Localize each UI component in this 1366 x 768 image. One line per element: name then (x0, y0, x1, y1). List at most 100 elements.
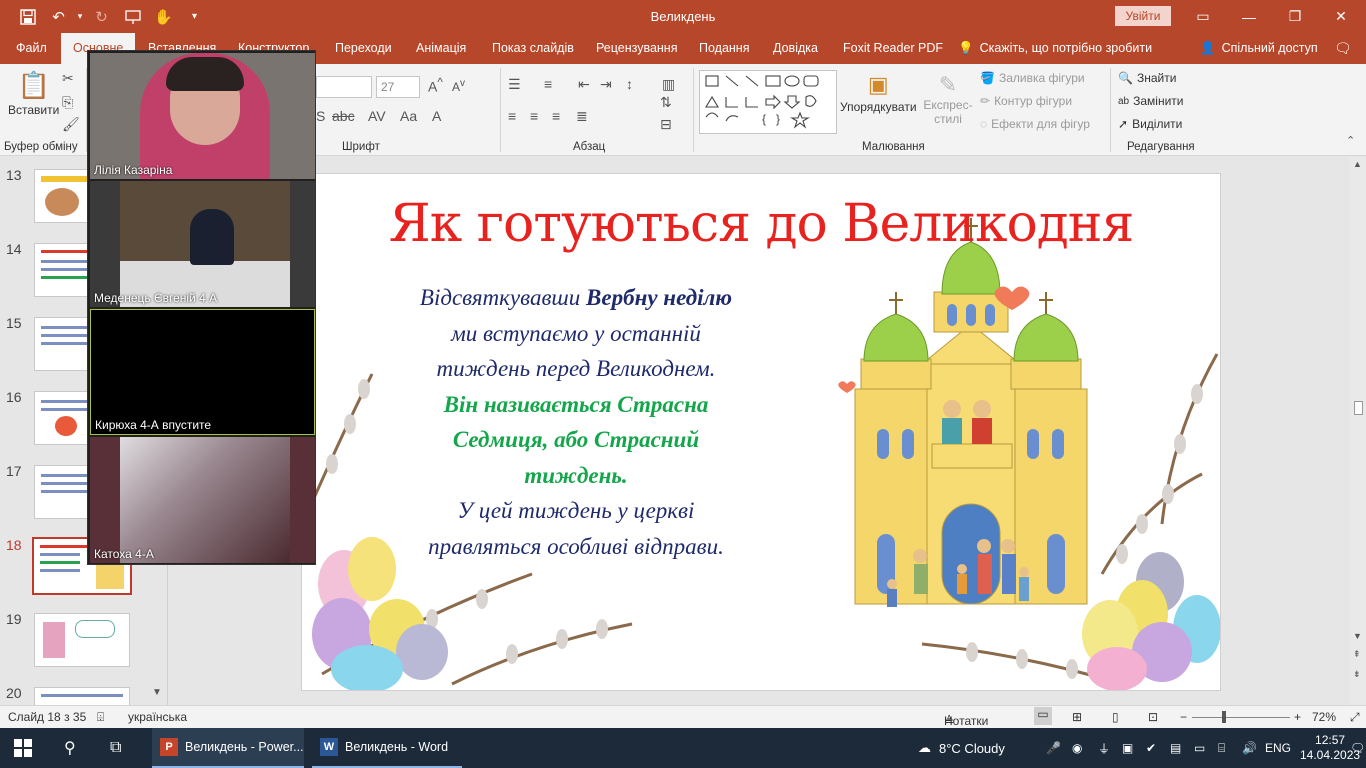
video-tile[interactable]: Меденець Євгеній 4 А (90, 181, 315, 307)
slide-body-text[interactable]: Відсвяткувавши Вербну неділю ми вступаєм… (362, 280, 790, 564)
customize-qat-icon[interactable]: ▾ (179, 0, 210, 33)
touch-mode-icon[interactable]: ✋ (148, 0, 179, 33)
video-tile[interactable]: Кирюха 4-А впустите (90, 309, 315, 435)
task-view-icon[interactable]: ⧉ (110, 728, 121, 768)
normal-view-icon[interactable]: ▭ (1034, 707, 1052, 725)
zoom-level[interactable]: 72% (1312, 710, 1336, 724)
tab-slide-show[interactable]: Показ слайдів (492, 33, 574, 64)
shrink-font-icon[interactable]: Av (452, 78, 465, 94)
shape-fill-button[interactable]: 🪣 Заливка фігури (980, 71, 1085, 85)
paste-button[interactable]: 📋 Вставити (8, 70, 59, 117)
language-indicator[interactable]: українська (128, 710, 187, 724)
select-button[interactable]: ➚ Виділити (1118, 117, 1182, 131)
arrange-button[interactable]: ▣ Упорядкувати (840, 72, 917, 114)
change-case-icon[interactable]: Aa (400, 108, 417, 124)
undo-icon[interactable]: ↶ (43, 0, 74, 33)
taskbar-powerpoint[interactable]: P Великдень - Power... (152, 728, 304, 768)
slide-canvas[interactable]: Як готуються до Великодня Відсвяткувавши… (301, 173, 1221, 691)
slide-show-icon[interactable]: ⊡ (1148, 710, 1158, 724)
align-center-icon[interactable]: ≡ (530, 108, 538, 124)
scroll-down-icon[interactable]: ▼ (1353, 631, 1362, 641)
tray-app-icon[interactable]: ▤ (1170, 728, 1181, 768)
copy-icon[interactable]: ⎘ (62, 94, 73, 111)
tab-file[interactable]: Файл (16, 33, 47, 64)
undo-dropdown-icon[interactable]: ▾ (74, 0, 86, 33)
shapes-gallery[interactable]: { } (699, 70, 837, 134)
next-slide-icon[interactable]: ⇟ (1353, 669, 1361, 680)
justify-icon[interactable]: ≣ (576, 108, 588, 125)
shape-effects-button[interactable]: ◌ Ефекти для фігур (980, 117, 1090, 131)
comments-icon[interactable]: 🗨 (1334, 33, 1352, 64)
start-button[interactable] (14, 728, 32, 768)
tab-help[interactable]: Довідка (773, 33, 818, 64)
line-spacing-icon[interactable]: ↕ (626, 76, 633, 92)
previous-slide-icon[interactable]: ⇞ (1353, 649, 1361, 660)
tab-transitions[interactable]: Переходи (335, 33, 392, 64)
numbering-icon[interactable]: ≡ (544, 76, 552, 92)
notifications-icon[interactable]: 🗨 (1350, 728, 1365, 768)
maximize-icon[interactable]: ❐ (1272, 0, 1318, 33)
text-direction-icon[interactable]: ⇅ (660, 94, 672, 111)
tab-animations[interactable]: Анімація (416, 33, 466, 64)
slide-title[interactable]: Як готуються до Великодня (302, 194, 1220, 254)
weather-widget[interactable]: ☁ 8°C Cloudy (918, 728, 1005, 768)
share-button[interactable]: 👤 Спільний доступ (1200, 33, 1318, 64)
video-tile[interactable]: Катоха 4-А (90, 437, 315, 563)
align-right-icon[interactable]: ≡ (552, 108, 560, 124)
bullets-icon[interactable]: ☰ (508, 76, 521, 93)
strikethrough-icon[interactable]: abc (332, 108, 355, 124)
font-name-combo[interactable] (316, 76, 372, 98)
minimize-icon[interactable]: — (1226, 0, 1272, 33)
zoom-slider[interactable] (1192, 717, 1290, 718)
editor-scrollbar[interactable]: ▲ ▼ ⇞ ⇟ (1350, 157, 1366, 705)
zoom-slider-thumb[interactable] (1222, 711, 1226, 723)
reading-view-icon[interactable]: ▯ (1112, 710, 1119, 724)
network-icon[interactable]: ⌸ (1218, 728, 1225, 768)
app-tray-icon[interactable]: ▣ (1122, 728, 1133, 768)
usb-icon[interactable]: ⏚ (1098, 728, 1110, 768)
slide-sorter-icon[interactable]: ⊞ (1072, 710, 1082, 724)
replace-button[interactable]: ab Замінити (1118, 94, 1184, 108)
format-painter-icon[interactable]: 🖌 (62, 116, 80, 133)
input-language[interactable]: ENG (1265, 728, 1291, 768)
align-text-icon[interactable]: ⊟ (660, 116, 672, 133)
quick-styles-button[interactable]: ✎ Експрес-стилі (922, 72, 974, 126)
scroll-down-icon[interactable]: ▼ (152, 687, 162, 698)
display-icon[interactable]: ▭ (1194, 728, 1205, 768)
accessibility-icon[interactable]: ⌹ (97, 710, 104, 725)
decrease-indent-icon[interactable]: ⇤ (578, 76, 590, 93)
grow-font-icon[interactable]: A^ (428, 76, 443, 95)
scroll-up-icon[interactable]: ▲ (1353, 159, 1362, 169)
font-size-combo[interactable]: 27 (376, 76, 420, 98)
redo-icon[interactable]: ↻ (86, 0, 117, 33)
search-icon[interactable]: ⚲ (64, 728, 76, 768)
zoom-out-icon[interactable]: − (1180, 710, 1187, 724)
fit-slide-icon[interactable]: ⤢ (1350, 710, 1360, 725)
microphone-icon[interactable]: 🎤 (1046, 728, 1061, 768)
columns-icon[interactable]: ▥ (662, 76, 675, 93)
taskbar-word[interactable]: W Великдень - Word (312, 728, 462, 768)
collapse-ribbon-icon[interactable]: ⌃ (1346, 134, 1355, 147)
text-shadow-icon[interactable]: S (316, 108, 325, 124)
slide-thumbnail-19[interactable] (34, 613, 130, 667)
security-icon[interactable]: ✔ (1146, 728, 1156, 768)
zoom-app-icon[interactable]: ◉ (1072, 728, 1082, 768)
scrollbar-thumb[interactable] (1354, 401, 1363, 415)
tell-me-search[interactable]: 💡 Скажіть, що потрібно зробити (958, 33, 1152, 64)
present-from-start-icon[interactable] (117, 0, 148, 33)
font-color-icon[interactable]: A (432, 108, 441, 124)
tab-review[interactable]: Рецензування (596, 33, 677, 64)
video-call-panel[interactable]: Лілія Казаріна Меденець Євгеній 4 А Кирю… (87, 50, 316, 565)
character-spacing-icon[interactable]: AV (368, 108, 386, 124)
ribbon-display-options-icon[interactable]: ▭ (1180, 0, 1226, 33)
zoom-in-icon[interactable]: + (1294, 710, 1301, 724)
save-icon[interactable] (12, 0, 43, 33)
tab-view[interactable]: Подання (699, 33, 749, 64)
sign-in-button[interactable]: Увійти (1115, 6, 1171, 26)
find-button[interactable]: 🔍 Знайти (1118, 71, 1176, 85)
volume-icon[interactable]: 🔊 (1242, 728, 1257, 768)
align-left-icon[interactable]: ≡ (508, 108, 516, 124)
tab-foxit-reader[interactable]: Foxit Reader PDF (843, 33, 943, 64)
close-icon[interactable]: ✕ (1318, 0, 1364, 33)
slide-thumbnail-20[interactable] (34, 687, 130, 705)
